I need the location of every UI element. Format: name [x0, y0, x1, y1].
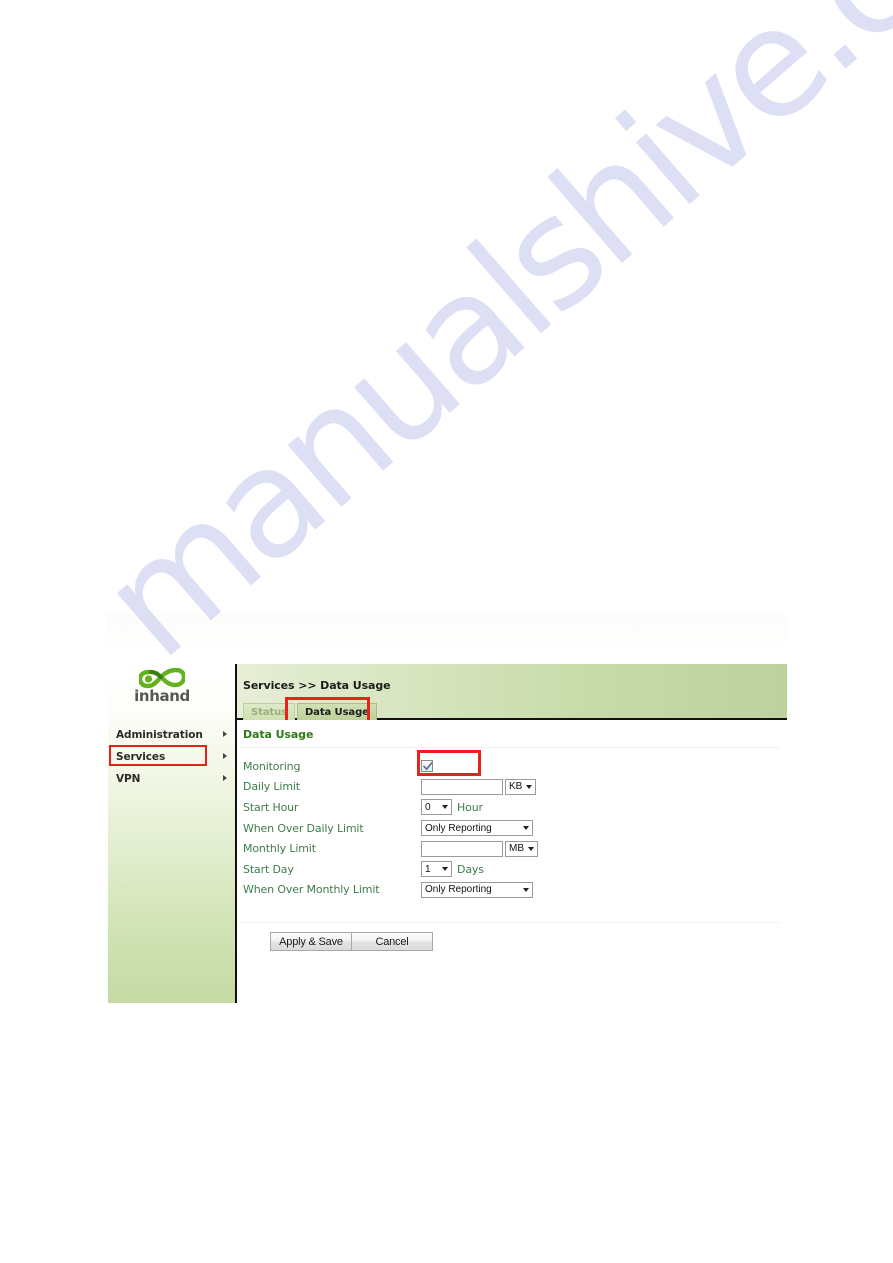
- monthly-limit-input[interactable]: [421, 840, 503, 857]
- tab-data-usage[interactable]: Data Usage: [296, 703, 377, 720]
- when-over-monthly-limit-label: When Over Monthly Limit: [243, 883, 380, 897]
- form-row-start-hour: Start Hour 0 Hour: [243, 797, 783, 818]
- form-row-start-day: Start Day 1 Days: [243, 859, 783, 880]
- monitoring-checkbox[interactable]: [421, 760, 433, 773]
- monthly-limit-unit-value: MB: [509, 843, 524, 855]
- when-over-daily-limit-value: Only Reporting: [425, 822, 492, 834]
- tab-status[interactable]: Status: [243, 703, 295, 720]
- sidebar-item-label: Services: [116, 751, 166, 763]
- daily-limit-unit-select[interactable]: KB: [505, 778, 537, 795]
- tab-bar: Status Data Usage: [243, 701, 377, 720]
- form-row-daily-limit: Daily Limit KB: [243, 777, 783, 798]
- sidebar-item-services[interactable]: Services: [108, 745, 235, 767]
- sidebar-item-administration[interactable]: Administration: [108, 723, 235, 745]
- sidebar-item-vpn[interactable]: VPN: [108, 767, 235, 789]
- start-hour-label: Start Hour: [243, 800, 299, 814]
- caret-down-icon: [528, 846, 534, 851]
- chevron-right-icon: [223, 753, 227, 759]
- form-row-monitoring: Monitoring: [243, 750, 783, 777]
- start-hour-field: 0 Hour: [421, 799, 483, 816]
- caret-down-icon: [523, 887, 529, 892]
- when-over-daily-limit-label: When Over Daily Limit: [243, 821, 364, 835]
- when-over-monthly-limit-field: Only Reporting: [421, 881, 533, 898]
- daily-limit-label: Daily Limit: [243, 780, 300, 794]
- when-over-daily-limit-select[interactable]: Only Reporting: [421, 820, 533, 837]
- brand-logo: inhand: [128, 668, 196, 716]
- content-panel: Data Usage Monitoring Daily Limit KB Sta…: [237, 720, 787, 1003]
- page-top-band: [106, 614, 788, 648]
- section-divider: [240, 747, 780, 748]
- form-row-monthly-limit: Monthly Limit MB: [243, 838, 783, 859]
- caret-down-icon: [523, 826, 529, 831]
- sidebar-nav: Administration Services VPN: [108, 723, 235, 789]
- daily-limit-field: KB: [421, 778, 537, 795]
- sidebar-item-label: Administration: [116, 729, 203, 741]
- breadcrumb: Services >> Data Usage: [243, 679, 391, 692]
- start-hour-suffix: Hour: [457, 800, 483, 814]
- brand-name: inhand: [134, 687, 190, 705]
- start-day-select[interactable]: 1: [421, 861, 452, 878]
- caret-down-icon: [526, 784, 533, 789]
- apply-save-button[interactable]: Apply & Save: [270, 932, 352, 951]
- checkmark-icon: [423, 762, 433, 771]
- monthly-limit-unit-select[interactable]: MB: [505, 840, 538, 857]
- daily-limit-unit-value: KB: [509, 781, 523, 793]
- monthly-limit-label: Monthly Limit: [243, 842, 316, 856]
- caret-down-icon: [442, 867, 448, 872]
- cancel-button[interactable]: Cancel: [351, 932, 433, 951]
- daily-limit-input[interactable]: [421, 778, 503, 795]
- monthly-limit-field: MB: [421, 840, 538, 857]
- start-day-value: 1: [425, 863, 431, 875]
- when-over-daily-limit-field: Only Reporting: [421, 820, 533, 837]
- page-title: Data Usage: [243, 728, 314, 741]
- start-day-label: Start Day: [243, 862, 294, 876]
- data-usage-form: Monitoring Daily Limit KB Start Hour 0 H…: [243, 750, 783, 901]
- watermark-text: manualshive.com: [70, 0, 893, 692]
- start-day-field: 1 Days: [421, 861, 484, 878]
- sidebar-item-label: VPN: [116, 773, 141, 785]
- when-over-monthly-limit-value: Only Reporting: [425, 884, 492, 896]
- chevron-right-icon: [223, 775, 227, 781]
- monitoring-label: Monitoring: [243, 759, 301, 773]
- chevron-right-icon: [223, 731, 227, 737]
- when-over-monthly-limit-select[interactable]: Only Reporting: [421, 881, 533, 898]
- form-actions: Apply & Save Cancel: [270, 932, 433, 951]
- caret-down-icon: [442, 805, 448, 810]
- button-divider: [240, 922, 780, 923]
- start-day-suffix: Days: [457, 862, 484, 876]
- start-hour-select[interactable]: 0: [421, 799, 452, 816]
- form-row-when-over-daily-limit: When Over Daily Limit Only Reporting: [243, 818, 783, 839]
- sidebar: inhand Administration Services VPN: [108, 664, 237, 1003]
- form-row-when-over-monthly-limit: When Over Monthly Limit Only Reporting: [243, 880, 783, 901]
- monitoring-field: [421, 760, 433, 773]
- start-hour-value: 0: [425, 801, 431, 813]
